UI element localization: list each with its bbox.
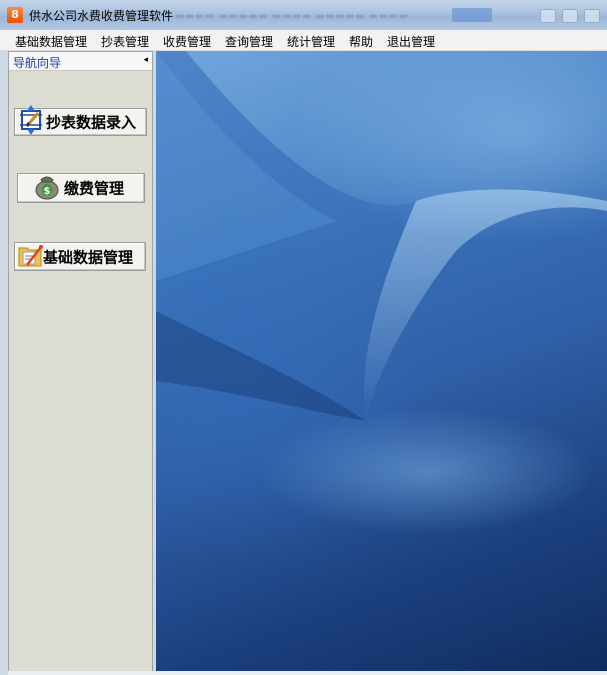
- meter-data-entry-button[interactable]: 抄表数据录入: [14, 105, 147, 139]
- menu-query[interactable]: 查询管理: [225, 33, 273, 50]
- basic-data-management-button[interactable]: 基础数据管理: [14, 242, 146, 271]
- minimize-button[interactable]: [540, 9, 556, 23]
- title-bar[interactable]: 8 供水公司水费收费管理软件 ▬▬▬▬ ▬▬▬▬▬ ▬▬▬▬ ▬▬▬▬▬ ▬▬▬…: [0, 0, 607, 30]
- menu-billing[interactable]: 收费管理: [163, 33, 211, 50]
- close-button[interactable]: [584, 9, 600, 23]
- background-window-blur: ▬▬▬▬ ▬▬▬▬▬ ▬▬▬▬ ▬▬▬▬▬ ▬▬▬▬: [175, 11, 409, 22]
- nav-title: 导航向导: [13, 56, 62, 70]
- payment-management-button[interactable]: $ 缴费管理: [17, 173, 145, 203]
- navigation-panel: 导航向导 ◂ 抄表数据录入 $ 缴费管理 基础数据管理: [8, 51, 153, 672]
- folder-edit-icon: [17, 241, 45, 273]
- meter-reading-icon: [16, 105, 46, 139]
- menu-basic-data[interactable]: 基础数据管理: [15, 33, 87, 50]
- menu-meter-reading[interactable]: 抄表管理: [101, 33, 149, 50]
- app-icon: 8: [7, 7, 23, 23]
- menu-exit[interactable]: 退出管理: [387, 33, 435, 50]
- maximize-button[interactable]: [562, 9, 578, 23]
- menu-help[interactable]: 帮助: [349, 33, 373, 50]
- nav-header: 导航向导 ◂: [9, 52, 152, 71]
- meter-data-entry-label: 抄表数据录入: [46, 113, 137, 132]
- window-title: 供水公司水费收费管理软件: [29, 9, 174, 23]
- background-window-blur-highlight: [452, 8, 492, 22]
- payment-management-label: 缴费管理: [64, 179, 125, 198]
- status-strip: [8, 671, 607, 675]
- blue-abstract-wallpaper: [156, 51, 607, 421]
- svg-text:$: $: [44, 186, 51, 197]
- menu-bar: 基础数据管理 抄表管理 收费管理 查询管理 统计管理 帮助 退出管理: [0, 30, 607, 51]
- menu-statistics[interactable]: 统计管理: [287, 33, 335, 50]
- collapse-arrow-icon[interactable]: ◂: [143, 55, 148, 65]
- basic-data-management-label: 基础数据管理: [43, 248, 134, 266]
- money-bag-icon: $: [32, 172, 62, 204]
- main-workspace-background: [156, 51, 607, 672]
